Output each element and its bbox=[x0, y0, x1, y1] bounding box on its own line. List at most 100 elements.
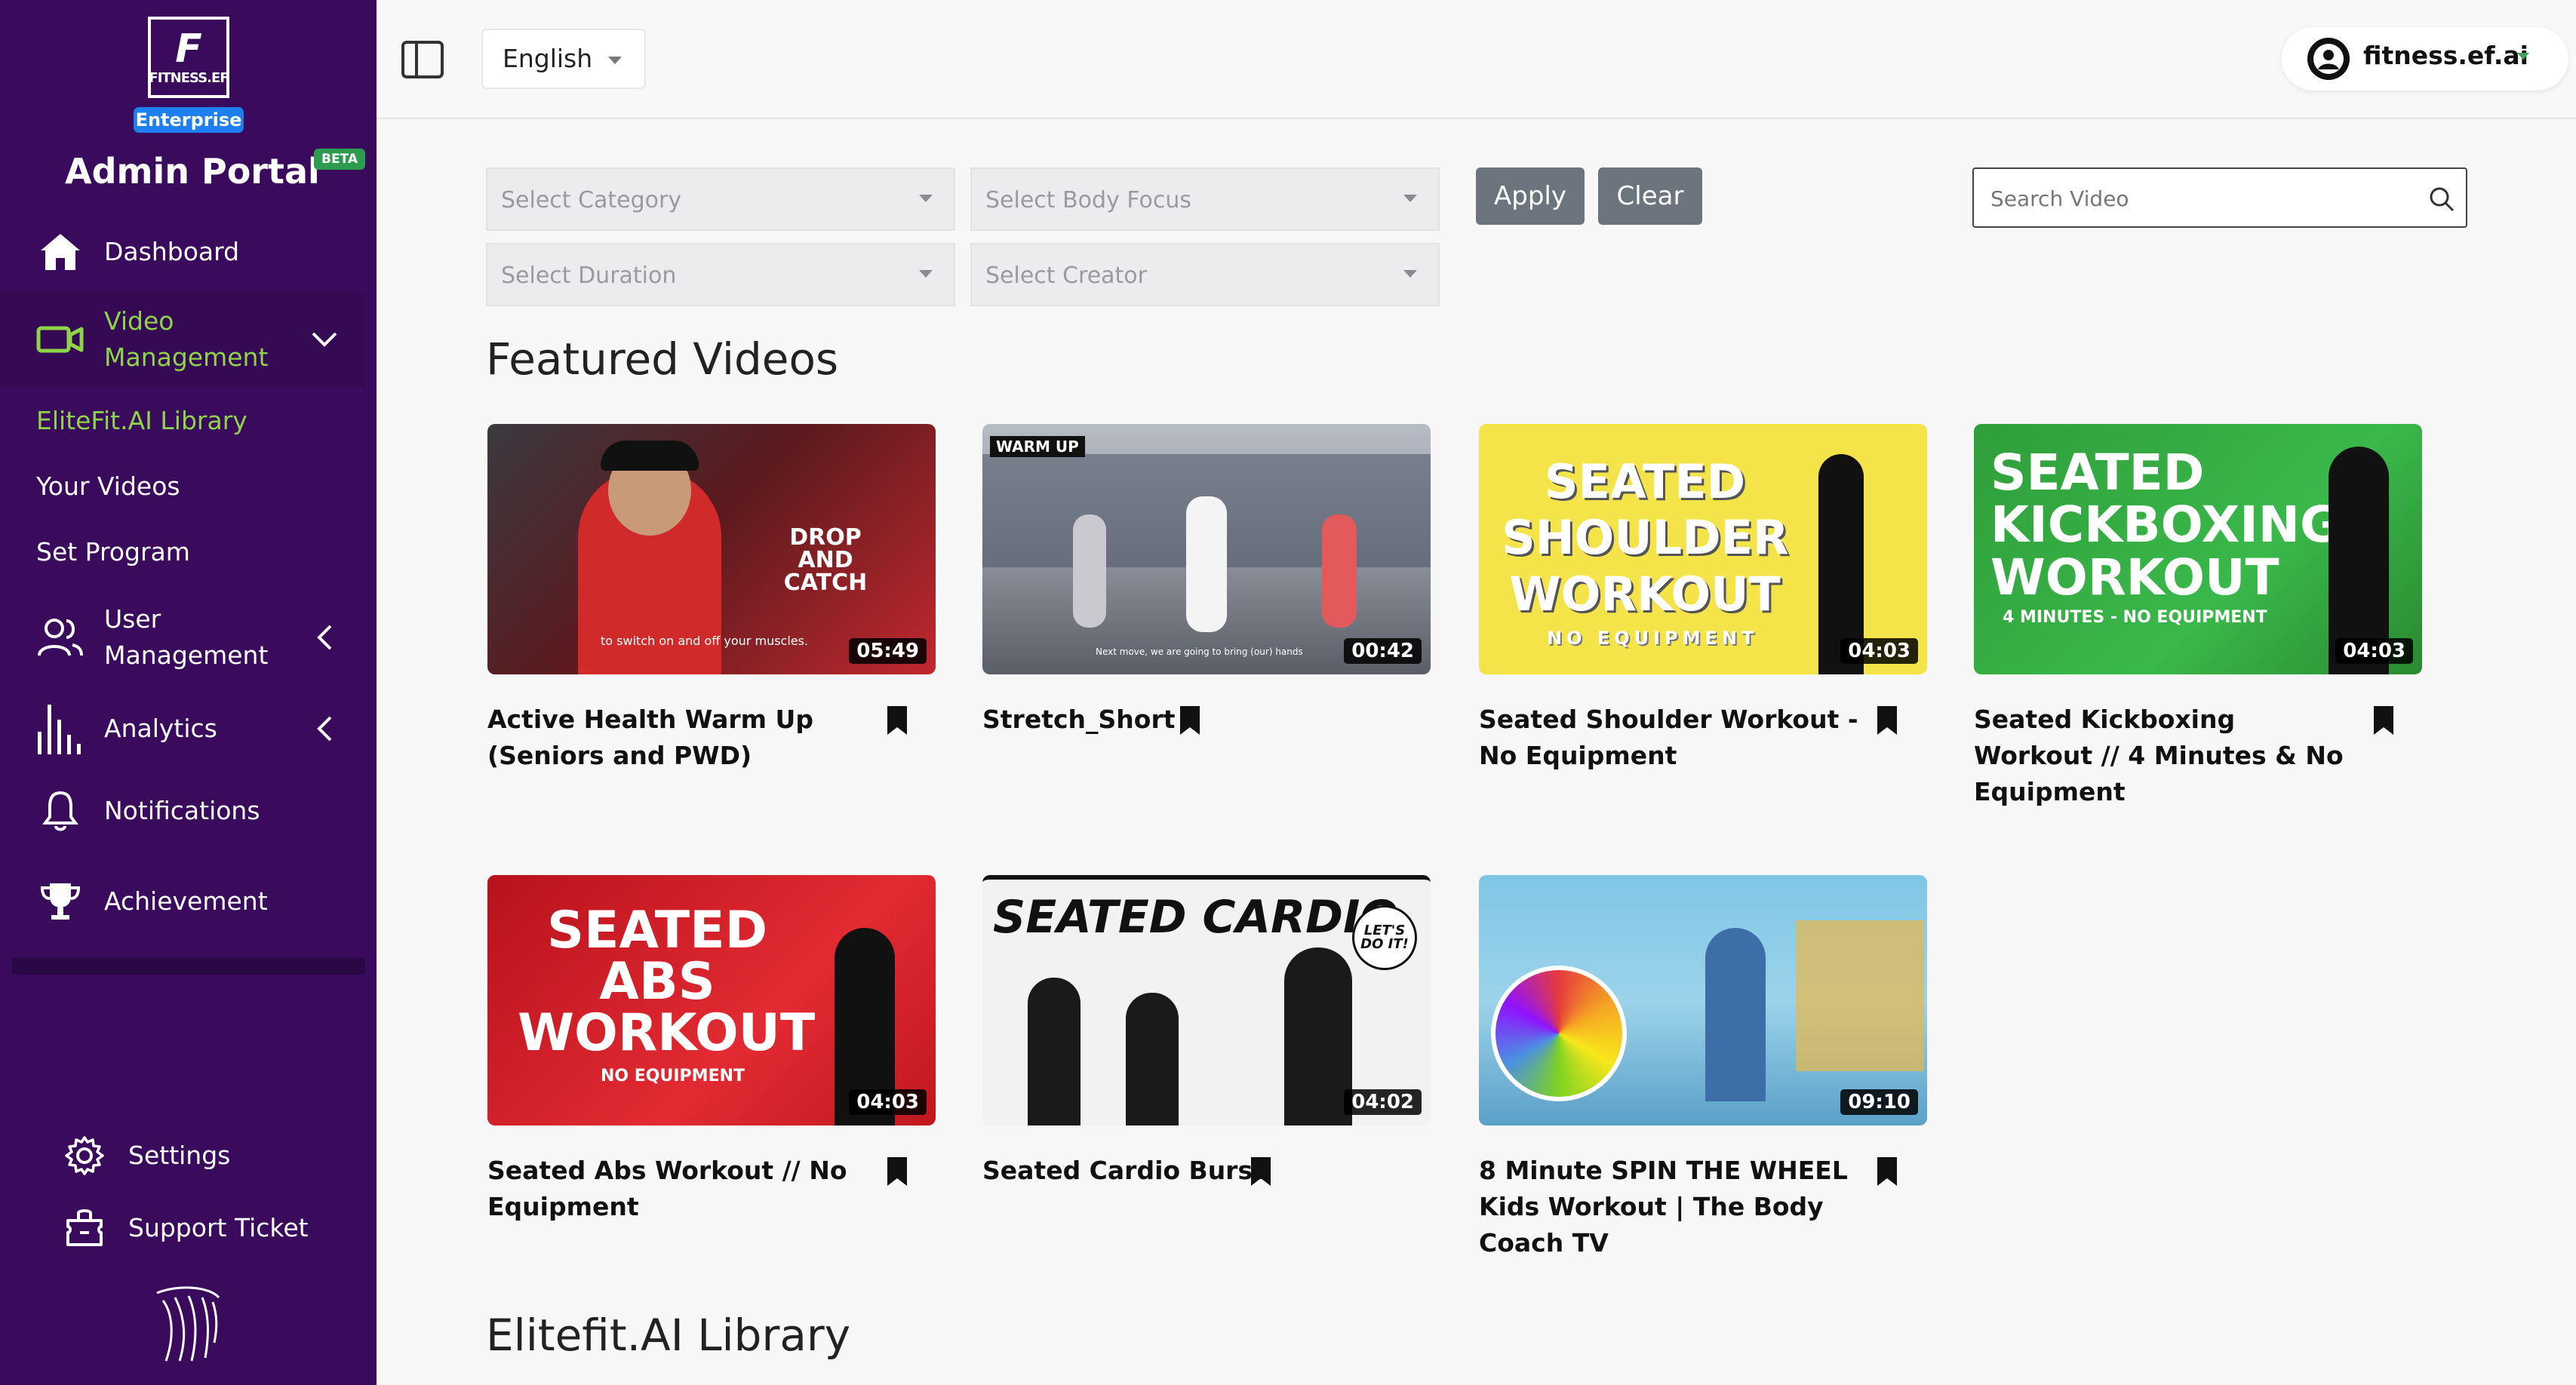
video-card[interactable]: SEATED CARDIO LET'S DO IT! 04:02 Seated … bbox=[982, 875, 1431, 1186]
video-thumbnail[interactable]: SEATED CARDIO LET'S DO IT! 04:02 bbox=[982, 875, 1431, 1126]
video-duration: 04:03 bbox=[2335, 638, 2413, 664]
video-title[interactable]: Seated Kickboxing Workout // 4 Minutes &… bbox=[1974, 702, 2359, 810]
video-duration: 09:10 bbox=[1840, 1089, 1918, 1115]
video-camera-icon bbox=[36, 315, 85, 364]
video-card[interactable]: SEATED SHOULDER WORKOUT NO EQUIPMENT 04:… bbox=[1479, 424, 1927, 770]
nav-support-ticket[interactable]: Support Ticket bbox=[0, 1204, 365, 1252]
video-card[interactable]: SEATED ABS WORKOUT NO EQUIPMENT 04:03 Se… bbox=[487, 875, 936, 1221]
avatar bbox=[2307, 38, 2350, 80]
top-bar bbox=[377, 0, 2576, 119]
bookmark-icon[interactable] bbox=[1251, 1157, 1271, 1186]
video-card[interactable]: DROP AND CATCH to switch on and off your… bbox=[487, 424, 936, 770]
search-box bbox=[1972, 167, 2467, 228]
video-duration: 00:42 bbox=[1344, 638, 1422, 664]
thumbnail-overlay-text: SEATED SHOULDER WORKOUT bbox=[1502, 454, 1789, 622]
fitness-logo[interactable]: F FITNESS.EF bbox=[148, 17, 229, 98]
video-thumbnail[interactable]: SEATED SHOULDER WORKOUT NO EQUIPMENT 04:… bbox=[1479, 424, 1927, 674]
creator-placeholder: Select Creator bbox=[985, 263, 1147, 289]
search-icon[interactable] bbox=[2427, 184, 2457, 214]
video-duration: 05:49 bbox=[849, 638, 927, 664]
nav-achievement-label: Achievement bbox=[104, 886, 268, 916]
duration-select[interactable]: Select Duration bbox=[486, 243, 955, 306]
thumbnail-overlay-text: SEATED CARDIO bbox=[993, 891, 1399, 944]
video-thumbnail[interactable]: SEATED ABS WORKOUT NO EQUIPMENT 04:03 bbox=[487, 875, 936, 1126]
sub-item-your-videos[interactable]: Your Videos bbox=[36, 471, 180, 501]
nav-support-ticket-label: Support Ticket bbox=[128, 1213, 309, 1242]
video-thumbnail[interactable]: DROP AND CATCH to switch on and off your… bbox=[487, 424, 936, 674]
creator-select[interactable]: Select Creator bbox=[970, 243, 1440, 306]
caret-down-icon bbox=[608, 57, 622, 64]
bookmark-icon[interactable] bbox=[2374, 706, 2393, 735]
brand-mark-icon bbox=[149, 1282, 225, 1365]
video-title[interactable]: Active Health Warm Up (Seniors and PWD) bbox=[487, 702, 872, 774]
category-select[interactable]: Select Category bbox=[486, 167, 955, 231]
ticket-icon bbox=[60, 1204, 109, 1252]
nav-video-management-label: Video Management bbox=[104, 306, 269, 372]
video-title[interactable]: Seated Cardio Burst bbox=[982, 1153, 1367, 1189]
caret-down-icon bbox=[1403, 270, 1417, 278]
chevron-left-icon[interactable] bbox=[309, 622, 340, 653]
nav-user-management-label: User Management bbox=[104, 604, 269, 670]
video-thumbnail[interactable]: SEATED KICKBOXING WORKOUT 4 MINUTES - NO… bbox=[1974, 424, 2422, 674]
bookmark-icon[interactable] bbox=[887, 1157, 907, 1186]
nav-notifications[interactable]: Notifications bbox=[0, 785, 365, 837]
nav-achievement[interactable]: Achievement bbox=[0, 875, 365, 928]
bookmark-icon[interactable] bbox=[1180, 706, 1200, 735]
bookmark-icon[interactable] bbox=[1877, 706, 1897, 735]
bell-icon bbox=[36, 787, 85, 835]
logo-text: FITNESS.EF bbox=[149, 69, 229, 86]
video-title[interactable]: Seated Abs Workout // No Equipment bbox=[487, 1153, 872, 1225]
caret-down-icon bbox=[1403, 195, 1417, 202]
sub-item-elitefit-library[interactable]: EliteFit.AI Library bbox=[36, 406, 247, 435]
logo-letter: F bbox=[175, 26, 202, 72]
video-card[interactable]: SEATED KICKBOXING WORKOUT 4 MINUTES - NO… bbox=[1974, 424, 2422, 806]
video-card[interactable]: WARM UP Next move, we are going to bring… bbox=[982, 424, 1431, 735]
sidebar: F FITNESS.EF Enterprise Admin Portal BET… bbox=[0, 0, 377, 1385]
caret-down-icon bbox=[919, 195, 933, 202]
portal-title: Admin Portal bbox=[65, 151, 320, 192]
language-select[interactable]: English bbox=[481, 29, 646, 89]
featured-videos-heading: Featured Videos bbox=[486, 333, 839, 385]
users-icon bbox=[36, 613, 85, 662]
video-title[interactable]: Seated Shoulder Workout - No Equipment bbox=[1479, 702, 1864, 774]
duration-placeholder: Select Duration bbox=[501, 263, 677, 289]
video-title[interactable]: 8 Minute SPIN THE WHEEL Kids Workout | T… bbox=[1479, 1153, 1864, 1261]
nav-dashboard[interactable]: Dashboard bbox=[0, 228, 365, 276]
library-heading: Elitefit.AI Library bbox=[486, 1310, 851, 1361]
sidebar-toggle-icon[interactable] bbox=[401, 41, 444, 78]
apply-button[interactable]: Apply bbox=[1476, 167, 1585, 225]
bookmark-icon[interactable] bbox=[887, 706, 907, 735]
video-thumbnail[interactable]: 09:10 bbox=[1479, 875, 1927, 1126]
nav-analytics-label: Analytics bbox=[104, 714, 217, 743]
nav-user-management[interactable]: User Management bbox=[0, 596, 365, 679]
home-icon bbox=[36, 228, 85, 276]
body-focus-select[interactable]: Select Body Focus bbox=[970, 167, 1440, 231]
account-menu[interactable]: fitness.ef.ai bbox=[2282, 27, 2568, 91]
bookmark-icon[interactable] bbox=[1877, 1157, 1897, 1186]
nav-settings[interactable]: Settings bbox=[0, 1132, 365, 1180]
video-card[interactable]: 09:10 8 Minute SPIN THE WHEEL Kids Worko… bbox=[1479, 875, 1927, 1258]
clear-button[interactable]: Clear bbox=[1598, 167, 1702, 225]
account-name: fitness.ef.ai bbox=[2363, 41, 2528, 70]
caret-down-icon bbox=[2517, 53, 2529, 60]
body-focus-placeholder: Select Body Focus bbox=[985, 187, 1192, 213]
thumbnail-caption: NO EQUIPMENT bbox=[1547, 628, 1759, 649]
nav-video-management[interactable]: Video Management bbox=[0, 291, 365, 388]
nav-dashboard-label: Dashboard bbox=[104, 237, 240, 266]
thumbnail-overlay-text: SEATED ABS WORKOUT bbox=[518, 901, 816, 1063]
video-duration: 04:03 bbox=[1840, 638, 1918, 664]
video-title[interactable]: Stretch_Short bbox=[982, 702, 1367, 738]
thumbnail-overlay-text: DROP AND CATCH bbox=[783, 524, 868, 596]
thumbnail-caption: LET'S DO IT! bbox=[1352, 905, 1417, 970]
caret-down-icon bbox=[919, 270, 933, 278]
bar-chart-icon bbox=[36, 705, 85, 754]
chevron-down-icon[interactable] bbox=[309, 324, 340, 355]
trophy-icon bbox=[36, 877, 85, 926]
nav-analytics[interactable]: Analytics bbox=[0, 694, 365, 763]
search-input[interactable] bbox=[1989, 183, 2415, 214]
thumbnail-caption: Next move, we are going to bring (our) h… bbox=[1096, 646, 1303, 657]
video-thumbnail[interactable]: WARM UP Next move, we are going to bring… bbox=[982, 424, 1431, 674]
video-duration: 04:02 bbox=[1344, 1089, 1422, 1115]
sub-item-set-program[interactable]: Set Program bbox=[36, 537, 190, 567]
chevron-left-icon[interactable] bbox=[309, 714, 340, 744]
